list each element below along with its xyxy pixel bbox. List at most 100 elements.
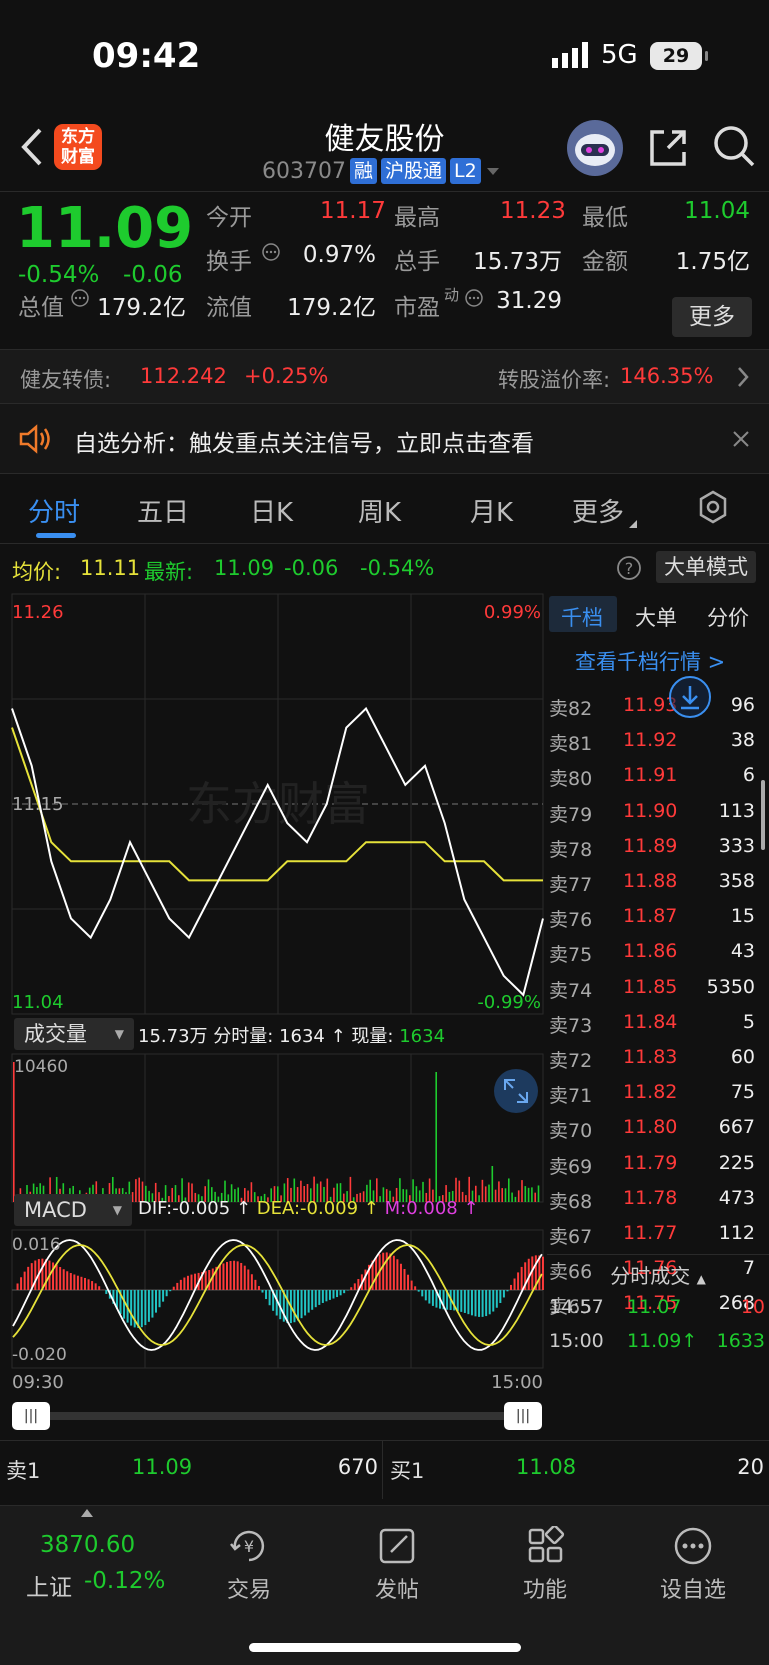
macd-bar (59, 1266, 62, 1290)
book-level: 卖67 (549, 1226, 593, 1248)
tab-monthly-k[interactable]: 月K (470, 492, 513, 529)
search-icon[interactable] (712, 124, 756, 168)
book-tab-price[interactable]: 分价 (707, 602, 749, 632)
macd-dea: DEA:-0.009 (256, 1198, 359, 1219)
value-float-cap: 179.2亿 (287, 295, 376, 321)
dock-functions-label: 功能 (522, 1578, 567, 1603)
book-row: 卖79 11.90 113 (547, 800, 769, 830)
status-bar: 09:42 5G 29 (0, 0, 769, 110)
macd-bar (485, 1290, 488, 1317)
buy1-price: 11.08 (516, 1455, 577, 1479)
scroller-left-handle[interactable]: ||| (12, 1402, 50, 1430)
book-row: 卖71 11.82 75 (547, 1081, 769, 1111)
book-volume: 75 (730, 1081, 755, 1104)
avg-label: 均价: (12, 560, 62, 584)
macd-bar (389, 1253, 392, 1290)
macd-label: MACD (24, 1198, 87, 1222)
book-volume: 6 (742, 764, 755, 787)
robot-assistant-icon[interactable] (565, 118, 625, 178)
expand-button[interactable] (494, 1069, 538, 1113)
macd-bar (218, 1265, 221, 1290)
volume-bar (135, 1179, 137, 1202)
macd-bar (517, 1272, 520, 1290)
macd-bar (23, 1271, 26, 1290)
scroller-right-handle[interactable]: ||| (504, 1402, 542, 1430)
book-price: 11.83 (623, 1046, 678, 1068)
book-depth-link[interactable]: 查看千档行情 > (575, 646, 725, 676)
book-row: 卖70 11.80 667 (547, 1116, 769, 1146)
macd-bar (261, 1290, 264, 1293)
info-icon[interactable] (261, 242, 281, 262)
volume-bar (517, 1190, 520, 1202)
range-scroller[interactable]: ||| ||| (12, 1402, 542, 1430)
macd-bar (502, 1290, 505, 1298)
gear-icon[interactable] (696, 490, 730, 524)
macd-bar (495, 1290, 498, 1308)
tab-intraday[interactable]: 分时 (28, 492, 80, 529)
info-icon[interactable] (464, 288, 484, 308)
svg-text:¥: ¥ (244, 1537, 254, 1556)
trade-icon: ¥ (230, 1530, 265, 1562)
info-icon[interactable] (70, 288, 90, 308)
volume-indicator-select[interactable]: 成交量 ▼ (14, 1018, 134, 1050)
price-low-label: 11.04 (12, 992, 64, 1013)
big-order-mode-button[interactable]: 大单模式 (656, 551, 756, 583)
volume-bar (488, 1184, 490, 1202)
book-volume: 667 (718, 1116, 755, 1139)
volume-bar (531, 1187, 533, 1202)
book-row: 卖82 11.93 96 (547, 694, 769, 724)
tab-5day[interactable]: 五日 (137, 492, 189, 529)
book-level: 卖69 (549, 1155, 593, 1178)
svg-text:?: ? (625, 559, 634, 578)
book-level: 卖72 (549, 1050, 593, 1072)
book-tab-depth[interactable]: 千档 (561, 602, 603, 632)
macd-bar (332, 1290, 335, 1299)
order-book: 千档 大单 分价 查看千档行情 > 卖82 11.93 96 卖81 11.92 38 卖8… (547, 590, 769, 1370)
macd-bar (158, 1290, 161, 1308)
convertible-bond-row[interactable]: 健友转债: 112.242 +0.25% 转股溢价率: 146.35% (0, 350, 769, 404)
macd-bar (520, 1266, 523, 1290)
book-scrollbar[interactable] (761, 780, 765, 850)
tab-underline (36, 533, 76, 538)
help-icon[interactable]: ? (616, 555, 642, 581)
chevron-right-icon (738, 367, 749, 387)
index-name[interactable]: 上证 (26, 1568, 72, 1602)
label-high: 最高 (394, 205, 440, 231)
more-dots-icon (674, 1527, 712, 1565)
volume-bar (501, 1188, 503, 1202)
book-volume: 15 (730, 905, 755, 928)
macd-m: M:0.008 (384, 1198, 458, 1219)
intraday-chart[interactable]: 东方财富 11.26 0.99% 11.15 11.04 -0.99% 1046… (0, 590, 545, 1370)
book-tab-bigorder[interactable]: 大单 (635, 602, 677, 632)
book-row: 卖76 11.87 15 (547, 905, 769, 935)
tab-weekly-k[interactable]: 周K (358, 492, 401, 529)
close-icon[interactable] (732, 430, 750, 448)
banner-text: 自选分析：触发重点关注信号，立即点击查看 (74, 431, 534, 457)
chevron-down-icon (486, 168, 499, 175)
book-price: 11.77 (623, 1222, 678, 1244)
tab-daily-k[interactable]: 日K (250, 492, 293, 529)
signal-banner[interactable]: 自选分析：触发重点关注信号，立即点击查看 (0, 404, 769, 474)
dock-trade[interactable]: ¥ 交易 (204, 1526, 294, 1604)
macd-indicator-select[interactable]: MACD ▼ (14, 1194, 132, 1226)
macd-bar (410, 1280, 413, 1290)
index-pct[interactable]: -0.12% (84, 1568, 165, 1594)
book-volume: 113 (718, 799, 755, 822)
share-icon[interactable] (646, 126, 690, 170)
pct-low-label: -0.99% (477, 992, 541, 1013)
dock-watchlist[interactable]: 设自选 (648, 1526, 738, 1604)
dock-post[interactable]: 发帖 (352, 1526, 442, 1604)
scroll-to-bottom-button[interactable] (669, 676, 711, 718)
book-price: 11.92 (623, 729, 678, 752)
book-level: 卖73 (549, 1014, 593, 1037)
stock-subtitle[interactable]: 603707 融 沪股通 L2 (262, 158, 501, 184)
trades-title-row[interactable]: 分时成交 ▲ (547, 1260, 769, 1289)
chart-area[interactable]: 东方财富 11.26 0.99% 11.15 11.04 -0.99% 1046… (0, 590, 545, 1370)
index-value[interactable]: 3870.60 (40, 1532, 135, 1558)
book-level: 卖82 (549, 698, 593, 720)
volume-cur-label: 现量: (351, 1026, 394, 1047)
more-button[interactable]: 更多 (672, 297, 752, 337)
dock-functions[interactable]: 功能 (500, 1524, 590, 1604)
tab-more[interactable]: 更多 (572, 492, 624, 529)
macd-bar (478, 1290, 481, 1317)
